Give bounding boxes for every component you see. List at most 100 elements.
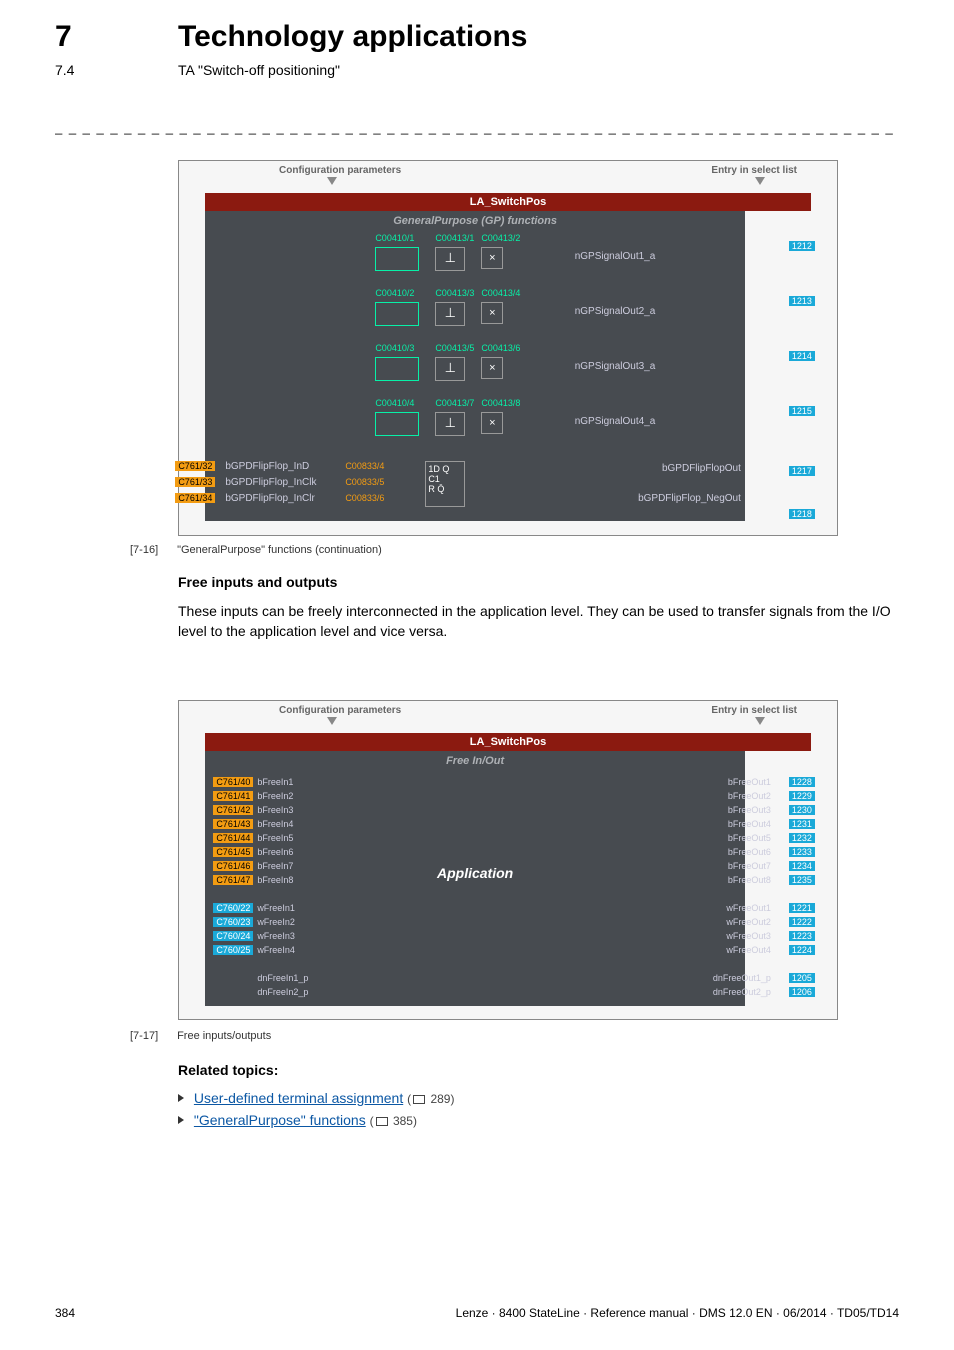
io-pin: 1234	[789, 861, 815, 871]
gp-switch: ⊥	[435, 412, 465, 436]
gp-row: C00410/3C00413/5C00413/6⊥×nGPSignalOut3_…	[375, 341, 745, 396]
gp-switch: ⊥	[435, 357, 465, 381]
io-row: bFreeOut7 1234	[675, 861, 815, 875]
arrow-down-icon	[755, 177, 765, 185]
io-row: C761/44bFreeIn5	[213, 833, 353, 847]
section-number: 7.4	[55, 62, 74, 78]
io-pin: 1223	[789, 931, 815, 941]
io-label: wFreeOut3	[726, 931, 771, 941]
io-tag: C761/42	[213, 805, 253, 815]
gp-switch: ⊥	[435, 302, 465, 326]
io-label: bFreeIn8	[257, 875, 293, 885]
io-row: wFreeOut41224	[675, 945, 815, 959]
io-label: bFreeOut1	[728, 777, 771, 787]
caption-tag: [7-17]	[130, 1030, 174, 1042]
io-label: bFreeOut4	[728, 819, 771, 829]
page-ref: 385	[393, 1114, 413, 1128]
io-row: bFreeOut31230	[675, 805, 815, 819]
io-row: dnFreeOut1_p1205	[675, 973, 815, 987]
book-icon	[376, 1117, 388, 1126]
diagram-free-io: Configuration parameters Entry in select…	[178, 700, 838, 1020]
caption-tag: [7-16]	[130, 544, 174, 556]
io-tag: C760/24	[213, 931, 253, 941]
io-row: C761/43 bFreeIn4	[213, 819, 353, 833]
chapter-number: 7	[55, 20, 72, 54]
io-pin: 1231	[789, 819, 815, 829]
io-label: bFreeOut2	[728, 791, 771, 801]
io-label: wFreeOut2	[726, 917, 771, 927]
io-tag: C760/25	[213, 945, 253, 955]
ff-tag: C761/33	[175, 477, 215, 487]
io-tag: C761/44	[213, 833, 253, 843]
io-label: dnFreeIn2_p	[257, 987, 308, 997]
io-label: bFreeOut6	[728, 847, 771, 857]
io-row: C760/24 wFreeIn3	[213, 931, 353, 945]
ff-code: C00833/5	[345, 477, 384, 487]
gp-param-box	[375, 302, 419, 326]
gp-subheader: GeneralPurpose (GP) functions	[205, 211, 745, 231]
gp-mult: ×	[481, 247, 503, 269]
gp-output: nGPSignalOut2_a	[535, 306, 655, 317]
chevron-right-icon	[178, 1116, 184, 1124]
link-terminal-assignment[interactable]: User-defined terminal assignment	[194, 1090, 403, 1106]
io-label: wFreeOut1	[726, 903, 771, 913]
io-row: C761/40bFreeIn1	[213, 777, 353, 791]
divider: _ _ _ _ _ _ _ _ _ _ _ _ _ _ _ _ _ _ _ _ …	[55, 120, 899, 135]
config-params-label: Configuration parameters	[279, 165, 401, 176]
io-row: C761/42 bFreeIn3	[213, 805, 353, 819]
flipflop-box: 1D Q C1 R Q̄	[425, 461, 465, 507]
io-tag: C761/43	[213, 819, 253, 829]
ff-input: bGPDFlipFlop_InClr	[225, 493, 314, 504]
io-label: bFreeIn4	[257, 819, 293, 829]
io-row: C761/45bFreeIn6	[213, 847, 353, 861]
io-label: wFreeIn4	[257, 945, 295, 955]
io-tag: C761/40	[213, 777, 253, 787]
io-label: bFreeIn3	[257, 805, 293, 815]
io-row: wFreeOut2 1222	[675, 917, 815, 931]
gp-row: C00410/1C00413/1C00413/2⊥×nGPSignalOut1_…	[375, 231, 745, 286]
gp-code: C00410/3	[375, 343, 414, 353]
gp-mult: ×	[481, 302, 503, 324]
figure-caption: [7-17] Free inputs/outputs	[130, 1030, 271, 1042]
io-pin: 1205	[789, 973, 815, 983]
gp-code: C00413/6	[481, 343, 520, 353]
entry-select-label: Entry in select list	[711, 705, 797, 716]
diagram-gp-functions: Configuration parameters Entry in select…	[178, 160, 838, 536]
ff-input: bGPDFlipFlop_InD	[225, 461, 309, 472]
ff-code: C00833/6	[345, 493, 384, 503]
io-tag: C760/22	[213, 903, 253, 913]
gp-code: C00413/3	[435, 288, 474, 298]
io-label: wFreeIn3	[257, 931, 295, 941]
gp-code: C00413/1	[435, 233, 474, 243]
book-icon	[413, 1095, 425, 1104]
page-footer: 384 Lenze · 8400 StateLine · Reference m…	[55, 1306, 899, 1320]
gp-row: C00410/2C00413/3C00413/4⊥×nGPSignalOut2_…	[375, 286, 745, 341]
ff-output: bGPDFlipFlop_NegOut	[591, 493, 741, 504]
footer-meta: Lenze · 8400 StateLine · Reference manua…	[456, 1306, 899, 1320]
diagram-body: GeneralPurpose (GP) functions C00410/1C0…	[205, 211, 745, 521]
related-link-2: "GeneralPurpose" functions ( 385)	[178, 1112, 899, 1128]
io-pin: 1221	[789, 903, 815, 913]
io-pin: 1235	[789, 875, 815, 885]
free-io-paragraph: These inputs can be freely interconnecte…	[178, 602, 899, 641]
ff-code: C00833/4	[345, 461, 384, 471]
gp-mult: ×	[481, 412, 503, 434]
io-row: C761/41bFreeIn2	[213, 791, 353, 805]
related-link-1: User-defined terminal assignment ( 289)	[178, 1090, 899, 1106]
arrow-down-icon	[327, 717, 337, 725]
io-tag: C761/45	[213, 847, 253, 857]
io-pin: 1222	[789, 917, 815, 927]
gp-param-box	[375, 357, 419, 381]
io-label: bFreeOut7	[728, 861, 771, 871]
page-ref: 289	[430, 1092, 450, 1106]
application-label: Application	[437, 865, 513, 881]
io-pin: 1224	[789, 945, 815, 955]
config-params-label: Configuration parameters	[279, 705, 401, 716]
arrow-down-icon	[327, 177, 337, 185]
io-row: wFreeOut1 1221	[675, 903, 815, 917]
io-row: C760/23wFreeIn2	[213, 917, 353, 931]
la-title: LA_SwitchPos	[205, 193, 810, 211]
gp-param-box	[375, 412, 419, 436]
link-gp-functions[interactable]: "GeneralPurpose" functions	[194, 1112, 366, 1128]
io-label: bFreeIn2	[257, 791, 293, 801]
